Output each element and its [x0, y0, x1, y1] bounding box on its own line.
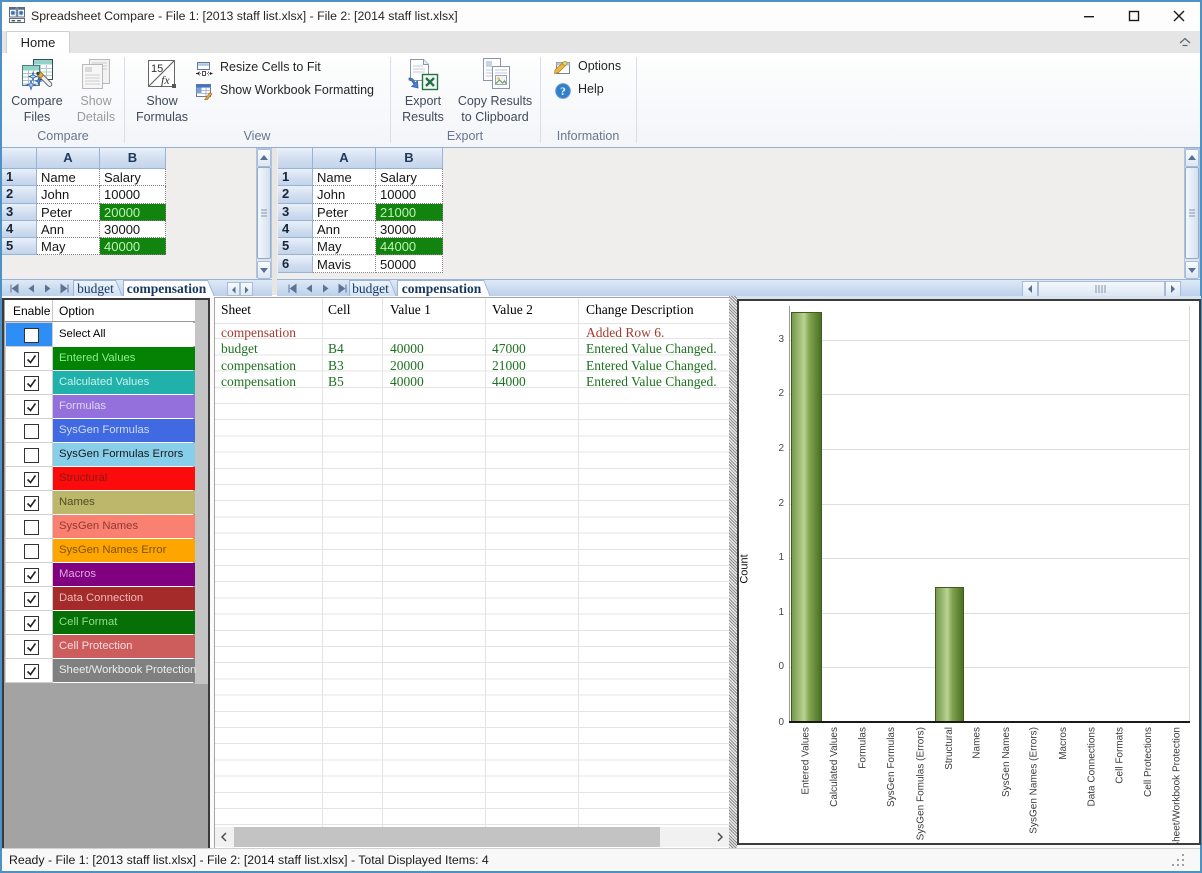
svg-text:?: ? [560, 86, 566, 98]
svg-text:fx: fx [161, 73, 170, 87]
